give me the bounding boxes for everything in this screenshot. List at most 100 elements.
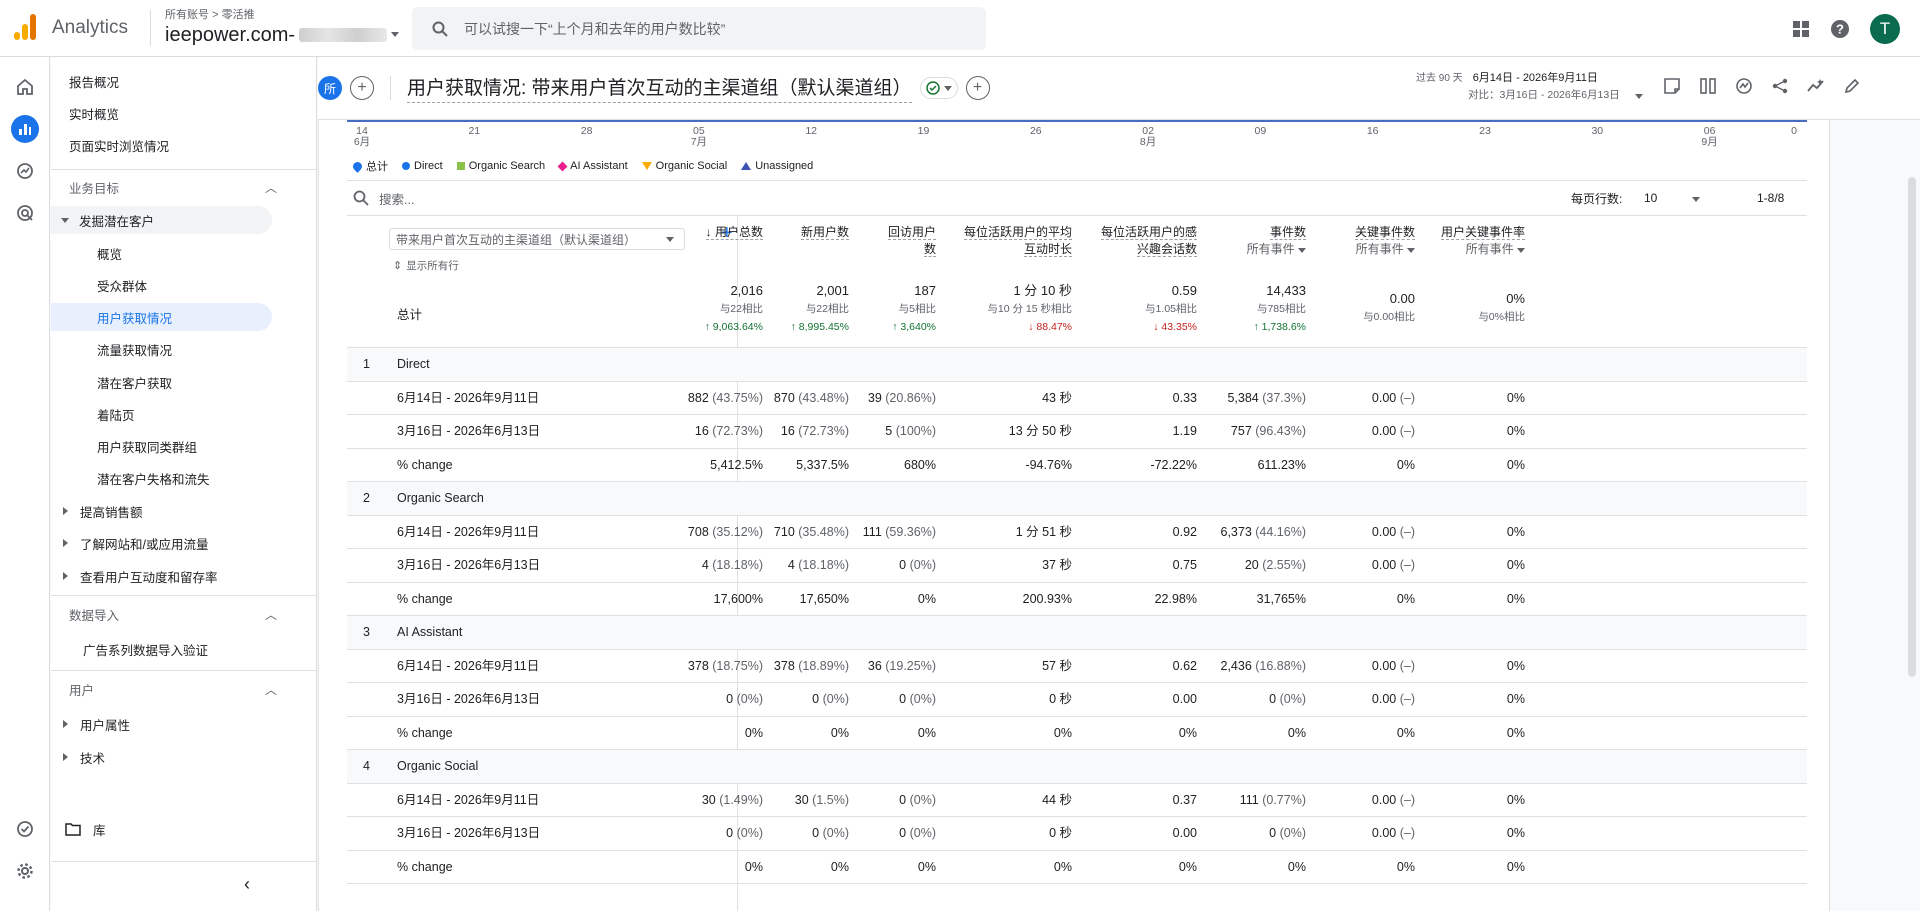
group-label: 技术 — [80, 751, 106, 766]
nav-group-drive-sales[interactable]: 提高销售额 — [63, 496, 143, 526]
page-scrollbar[interactable] — [1908, 177, 1916, 677]
section-label: 用户 — [69, 683, 95, 698]
divider — [51, 861, 316, 862]
nav-item-audiences[interactable]: 受众群体 — [97, 270, 147, 300]
nav-item-realtime[interactable]: 实时概览 — [69, 98, 119, 128]
nav-item-lead-acquisition[interactable]: 潜在客户获取 — [97, 367, 172, 397]
advertising-icon[interactable] — [11, 199, 39, 227]
nav-item-acquisition-cohort[interactable]: 用户获取同类群组 — [97, 431, 197, 461]
compare-columns-icon[interactable] — [1699, 77, 1717, 95]
nav-item-reports-snapshot[interactable]: 报告概况 — [69, 66, 119, 96]
trend-sparkle-icon[interactable] — [1807, 77, 1825, 95]
nav-library[interactable]: 库 — [65, 814, 106, 844]
nav-item-overview[interactable]: 概览 — [97, 238, 122, 268]
column-header[interactable]: 关键事件数 所有事件 — [1354, 224, 1415, 258]
table-cell: 0.00 (–) — [1372, 382, 1415, 415]
share-icon[interactable] — [1771, 77, 1789, 95]
nav-group-engagement-retention[interactable]: 查看用户互动度和留存率 — [63, 561, 218, 591]
nav-section-business-goals[interactable]: 业务目标 ︿ — [69, 172, 289, 202]
event-filter[interactable]: 所有事件 — [1355, 241, 1415, 258]
group-row[interactable]: 1 Direct — [347, 348, 1807, 382]
nav-group-lead-gen[interactable]: 发掘潜在客户 — [61, 205, 154, 235]
table-cell: 0 (0%) — [899, 784, 936, 817]
nav-item-page-realtime[interactable]: 页面实时浏览情况 — [69, 130, 169, 160]
cell-share: (2.55%) — [1262, 558, 1306, 572]
table-cell: 0% — [745, 717, 763, 750]
report-status-menu[interactable] — [919, 77, 958, 99]
nav-group-understand-traffic[interactable]: 了解网站和/或应用流量 — [63, 528, 208, 558]
column-header[interactable]: 新用户数 — [800, 224, 849, 241]
rows-chevron-down-icon[interactable] — [1692, 197, 1700, 202]
table-cell: 0 (0%) — [1269, 817, 1306, 850]
table-cell: 757 (96.43%) — [1231, 415, 1306, 448]
column-header[interactable]: 每位活跃用户的平均 互动时长 — [963, 224, 1072, 258]
account-avatar[interactable]: T — [1870, 14, 1900, 44]
nav-group-user-attributes[interactable]: 用户属性 — [63, 709, 130, 739]
column-header[interactable]: 事件数 所有事件 — [1247, 224, 1306, 258]
add-comparison-plus-icon[interactable]: + — [350, 76, 374, 100]
nav-section-user[interactable]: 用户 ︿ — [69, 674, 289, 704]
annotation-icon[interactable] — [1663, 77, 1681, 95]
home-icon[interactable] — [11, 73, 39, 101]
cell-value: 0.00 — [1371, 658, 1397, 673]
event-filter[interactable]: 所有事件 — [1441, 241, 1525, 258]
legend-item[interactable]: Direct — [402, 160, 443, 172]
show-all-rows-toggle[interactable]: ⇕ 显示所有行 — [393, 258, 459, 273]
cell-value: 0% — [1506, 457, 1525, 472]
dimension-select[interactable]: 带来用户首次互动的主渠道组（默认渠道组） — [389, 228, 685, 250]
nav-section-data-import[interactable]: 数据导入 ︿ — [69, 599, 289, 629]
rows-per-page-select[interactable]: 10 — [1644, 191, 1657, 205]
event-filter[interactable]: 所有事件 — [1247, 241, 1306, 258]
legend-item[interactable]: AI Assistant — [557, 160, 628, 172]
cell-share: (–) — [1399, 558, 1415, 572]
column-header[interactable]: 每位活跃用户的感 兴趣会话数 — [1100, 224, 1197, 258]
table-toolbar: 搜索... 每页行数: 10 1-8/8 — [347, 180, 1807, 216]
analytics-logo-icon[interactable] — [14, 13, 38, 43]
help-icon[interactable]: ? — [1830, 19, 1850, 39]
apps-grid-icon[interactable] — [1792, 20, 1810, 38]
cell-value: 0% — [1396, 725, 1415, 740]
date-range-picker[interactable]: 过去 90 天 6月14日 - 2026年9月11日 对比：3月16日 - 202… — [1416, 70, 1620, 104]
add-filter-plus-icon[interactable]: + — [965, 76, 990, 100]
explore-icon[interactable] — [11, 157, 39, 185]
legend-item[interactable]: Organic Social — [641, 160, 727, 172]
account-selector[interactable]: 所有账号 > 零活推 ieepower.com- — [165, 9, 400, 47]
header-line2: 兴趣会话数 — [1136, 242, 1197, 257]
collapse-nav-chevron-left-icon[interactable]: ‹ — [244, 869, 250, 899]
settings-gear-icon[interactable] — [11, 857, 39, 885]
nav-item-landing-page[interactable]: 着陆页 — [97, 399, 135, 429]
group-row[interactable]: 2 Organic Search — [347, 482, 1807, 516]
group-row[interactable]: 4 Organic Social — [347, 750, 1807, 784]
nav-item-campaign-import[interactable]: 广告系列数据导入验证 — [83, 634, 208, 664]
property-name[interactable]: ieepower.com- — [165, 23, 400, 47]
legend-item[interactable]: Organic Search — [456, 160, 545, 172]
global-search-input[interactable]: 可以试搜一下“上个月和去年的用户数比较” — [412, 7, 986, 50]
nav-item-traffic-acquisition[interactable]: 流量获取情况 — [97, 334, 172, 364]
nav-item-lead-disqualification[interactable]: 潜在客户失格和流失 — [97, 463, 210, 493]
group-row[interactable]: 3 AI Assistant — [347, 616, 1807, 650]
svg-text:?: ? — [1836, 22, 1844, 37]
cell-value: 17,600% — [713, 591, 763, 606]
cell-share: (18.75%) — [712, 658, 763, 673]
cell-value: 0% — [1178, 859, 1197, 874]
table-cell: 0% — [918, 851, 936, 884]
legend-item[interactable]: Unassigned — [741, 160, 813, 172]
column-header[interactable]: ↓ 用户总数 — [705, 224, 763, 241]
total-cell: 0% 与0%相比 — [1478, 290, 1525, 326]
configure-icon[interactable] — [11, 815, 39, 843]
legend-item[interactable]: 总计 — [351, 158, 388, 174]
column-header[interactable]: 回访用户数 — [887, 224, 936, 258]
reports-icon[interactable] — [11, 115, 39, 143]
nav-item-user-acquisition[interactable]: 用户获取情况 — [97, 302, 172, 332]
date-chevron-down-icon[interactable] — [1635, 94, 1643, 99]
caret-right-icon — [63, 572, 68, 580]
cell-share: (–) — [1399, 692, 1415, 706]
nav-group-tech[interactable]: 技术 — [63, 742, 105, 772]
x-axis-tick: 02 8月 — [1133, 126, 1163, 148]
comparison-chip[interactable]: 所 — [318, 76, 342, 100]
insights-icon[interactable] — [1735, 77, 1753, 95]
table-search-input[interactable]: 搜索... — [379, 189, 414, 208]
edit-pencil-icon[interactable] — [1843, 77, 1861, 95]
column-header[interactable]: 用户关键事件率 所有事件 — [1440, 224, 1525, 258]
cell-value: 0% — [1506, 558, 1525, 572]
